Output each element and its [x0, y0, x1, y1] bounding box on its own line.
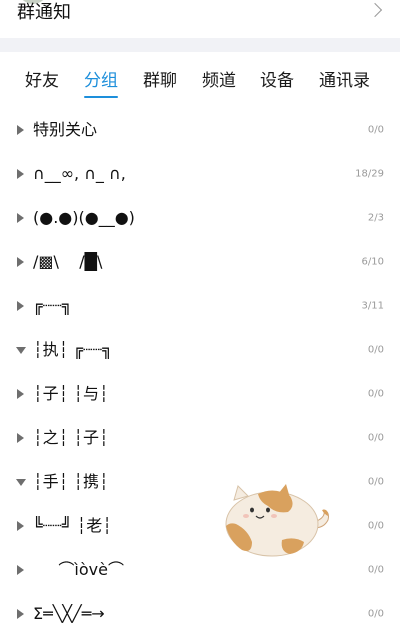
collapse-arrow-icon: [16, 479, 26, 486]
group-notification-title: 群通知: [17, 2, 71, 23]
group-online-count: 0/0: [367, 344, 384, 356]
group-name: ╚┈┈╝ ┆老┆: [33, 516, 112, 535]
tab-groups[interactable]: 分组: [84, 70, 118, 98]
expand-arrow-icon: [17, 169, 24, 179]
expand-arrow-icon: [17, 389, 24, 399]
cat-sticker-icon: [225, 484, 329, 557]
group-online-count: 6/10: [361, 256, 384, 268]
expand-arrow-icon: [17, 433, 24, 443]
tab-group-chats[interactable]: 群聊: [143, 70, 177, 92]
group-name: 特别关心: [33, 120, 98, 139]
section-divider: [0, 38, 400, 52]
group-row[interactable]: ╚┈┈╝ ┆老┆ 0/0: [0, 504, 400, 548]
group-name: /▩\ /█\: [33, 252, 103, 271]
group-row[interactable]: ┆执┆ ╔┈┈╗ 0/0: [0, 328, 400, 372]
group-row[interactable]: ┆之┆ ┆子┆ 0/0: [0, 416, 400, 460]
tab-address-book[interactable]: 通讯录: [319, 70, 370, 92]
group-row[interactable]: ┆子┆ ┆与┆ 0/0: [0, 372, 400, 416]
group-online-count: 0/0: [367, 608, 384, 620]
group-name: ⌒ìòvè⌒: [33, 560, 124, 579]
group-online-count: 0/0: [367, 432, 384, 444]
group-online-count: 0/0: [367, 388, 384, 400]
expand-arrow-icon: [17, 565, 24, 575]
tab-friends[interactable]: 好友: [25, 70, 59, 92]
group-row[interactable]: (●.●)(●__●) 2/3: [0, 196, 400, 240]
expand-arrow-icon: [17, 257, 24, 267]
group-name: ╔┈┈╗: [33, 296, 72, 315]
group-online-count: 0/0: [367, 124, 384, 136]
expand-arrow-icon: [17, 609, 24, 619]
group-notification-bar[interactable]: 群通知: [0, 0, 400, 38]
group-row[interactable]: ╔┈┈╗ 3/11: [0, 284, 400, 328]
group-online-count: 18/29: [355, 168, 384, 180]
chevron-right-icon: [367, 2, 383, 18]
group-online-count: 0/0: [367, 520, 384, 532]
group-row[interactable]: ∩__∞, ∩_ ∩, 18/29: [0, 152, 400, 196]
group-row[interactable]: /▩\ /█\ 6/10: [0, 240, 400, 284]
group-name: Σ═╲╳╱═→: [33, 604, 105, 623]
tab-channels[interactable]: 频道: [202, 70, 236, 92]
group-row[interactable]: Σ═╲╳╱═→ 0/0: [0, 592, 400, 636]
group-name: ┆手┆ ┆携┆: [33, 472, 109, 491]
group-name: (●.●)(●__●): [33, 208, 135, 227]
group-row[interactable]: ⌒ìòvè⌒ 0/0: [0, 548, 400, 592]
group-online-count: 0/0: [367, 564, 384, 576]
contact-tabs: 好友 分组 群聊 频道 设备 通讯录: [0, 52, 400, 110]
group-row[interactable]: ┆手┆ ┆携┆ 0/0: [0, 460, 400, 504]
group-name: ∩__∞, ∩_ ∩,: [33, 164, 126, 183]
expand-arrow-icon: [17, 301, 24, 311]
group-online-count: 2/3: [367, 212, 384, 224]
group-name: ┆执┆ ╔┈┈╗: [33, 340, 112, 359]
group-online-count: 3/11: [361, 300, 384, 312]
expand-arrow-icon: [17, 521, 24, 531]
expand-arrow-icon: [17, 213, 24, 223]
group-online-count: 0/0: [367, 476, 384, 488]
group-name: ┆子┆ ┆与┆: [33, 384, 109, 403]
expand-arrow-icon: [17, 125, 24, 135]
collapse-arrow-icon: [16, 347, 26, 354]
tab-devices[interactable]: 设备: [260, 70, 294, 92]
group-name: ┆之┆ ┆子┆: [33, 428, 109, 447]
group-row[interactable]: 特别关心 0/0: [0, 108, 400, 152]
